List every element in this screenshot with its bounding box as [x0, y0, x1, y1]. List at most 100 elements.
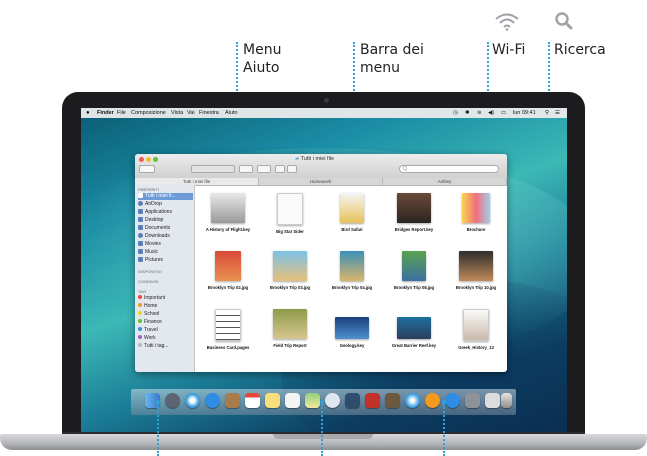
tag-color-dot	[138, 303, 142, 307]
menu-vista[interactable]: Vista	[171, 108, 183, 118]
wifi-icon	[495, 13, 519, 31]
trash-dock-icon[interactable]	[501, 393, 512, 408]
keynote-file-icon	[397, 317, 431, 339]
file-name: Bird Safari	[341, 227, 363, 232]
menu-clock[interactable]: lun 09:41	[513, 108, 536, 118]
sidebar-tag-travel[interactable]: Travel	[138, 327, 193, 334]
search-input[interactable]: Q	[399, 165, 499, 173]
sidebar-item-all-files[interactable]: Tutti i miei fi...	[138, 193, 193, 200]
file-item[interactable]: Business Card.pages	[197, 309, 259, 350]
file-item[interactable]: Brooklyn Trip 10.jpg	[445, 251, 507, 290]
close-button[interactable]	[139, 157, 144, 162]
time-machine-icon[interactable]: ◷	[453, 108, 458, 118]
system-preferences-dock-icon[interactable]	[465, 393, 480, 408]
reminders-dock-icon[interactable]	[285, 393, 300, 408]
view-mode-buttons[interactable]	[191, 165, 235, 173]
file-item[interactable]: Bridges Report.key	[383, 193, 445, 232]
wifi-menu-icon[interactable]: ≋	[477, 108, 482, 118]
file-name: Brooklyn Trip 04.jpg	[331, 285, 373, 290]
notification-center-icon[interactable]: ☰	[555, 108, 560, 118]
iphoto-dock-icon[interactable]	[385, 393, 400, 408]
image-file-icon	[340, 251, 364, 281]
file-item[interactable]: Great Barrier Reef.key	[383, 309, 445, 348]
messages-dock-icon[interactable]	[325, 393, 340, 408]
file-item[interactable]: Bird Safari	[321, 193, 383, 232]
downloads-stack-dock-icon[interactable]	[485, 393, 500, 408]
tab-homework[interactable]: Homework	[259, 178, 383, 185]
image-file-icon	[273, 251, 307, 281]
movies-icon	[138, 241, 143, 246]
file-item[interactable]: Brochure	[445, 193, 507, 232]
sidebar-tag-important[interactable]: Important	[138, 295, 193, 302]
file-item[interactable]: Brooklyn Trip 04.jpg	[321, 251, 383, 290]
menu-aiuto[interactable]: Aiuto	[225, 108, 238, 118]
tab-ashley[interactable]: Ashley	[383, 178, 507, 185]
spotlight-icon[interactable]: ⚲	[545, 108, 549, 118]
safari-dock-icon[interactable]	[185, 393, 200, 408]
tag-color-dot	[138, 295, 142, 299]
file-grid: A History of Flight.key Big Star Sider B…	[195, 185, 507, 372]
sidebar-tag-finance[interactable]: Finance	[138, 319, 193, 326]
launchpad-dock-icon[interactable]	[165, 393, 180, 408]
minimize-button[interactable]	[146, 157, 151, 162]
file-name: Brochure	[466, 227, 486, 232]
document-file-icon	[463, 309, 489, 341]
photo-booth-dock-icon[interactable]	[365, 393, 380, 408]
battery-icon[interactable]: ▭	[501, 108, 506, 118]
action-button[interactable]	[257, 165, 271, 173]
files-icon	[138, 193, 143, 198]
facetime-dock-icon[interactable]	[345, 393, 360, 408]
back-forward-buttons[interactable]	[139, 165, 155, 173]
sidebar-tag-all-tags[interactable]: Tutti i tag...	[138, 343, 193, 350]
sidebar-item-applications[interactable]: Applications	[138, 209, 193, 216]
file-item[interactable]: Geology.key	[321, 309, 383, 348]
sidebar-item-desktop[interactable]: Desktop	[138, 217, 193, 224]
itunes-dock-icon[interactable]	[405, 393, 420, 408]
menu-vai[interactable]: Vai	[187, 108, 195, 118]
camera	[324, 98, 329, 103]
mail-dock-icon[interactable]	[205, 393, 220, 408]
share-button[interactable]	[275, 165, 285, 173]
sidebar-item-airdrop[interactable]: AirDrop	[138, 201, 193, 208]
sidebar-item-downloads[interactable]: Downloads	[138, 233, 193, 240]
sidebar-item-music[interactable]: Music	[138, 249, 193, 256]
notes-dock-icon[interactable]	[265, 393, 280, 408]
tab-all-files[interactable]: Tutti i miei file	[135, 178, 259, 185]
leader-bottom-preferences	[443, 404, 445, 456]
image-file-icon	[402, 251, 426, 281]
tags-button[interactable]	[287, 165, 297, 173]
sidebar-item-documents[interactable]: Documents	[138, 225, 193, 232]
file-name: A History of Flight.key	[205, 227, 251, 232]
file-item[interactable]: Brooklyn Trip 03.jpg	[259, 251, 321, 290]
file-item[interactable]: Greek_History_13	[445, 309, 507, 350]
menu-finder[interactable]: Finder	[97, 108, 114, 118]
callout-ricerca: Ricerca	[554, 42, 606, 58]
app-store-dock-icon[interactable]	[445, 393, 460, 408]
sidebar-tag-school[interactable]: School	[138, 311, 193, 318]
file-item[interactable]: Field Trip Report	[259, 309, 321, 348]
pages-file-icon	[215, 309, 241, 341]
calendar-dock-icon[interactable]	[245, 393, 260, 408]
volume-icon[interactable]: ◀)	[488, 108, 494, 118]
file-item[interactable]: Brooklyn Trip 08.jpg	[383, 251, 445, 290]
sidebar-tag-home[interactable]: Home	[138, 303, 193, 310]
menu-finestra[interactable]: Finestra	[199, 108, 219, 118]
sidebar-item-pictures[interactable]: Pictures	[138, 257, 193, 264]
contacts-dock-icon[interactable]	[225, 393, 240, 408]
sidebar-item-movies[interactable]: Movies	[138, 241, 193, 248]
apple-icon[interactable]: ●	[86, 108, 90, 118]
tag-color-dot	[138, 327, 142, 331]
file-item[interactable]: Big Star Sider	[259, 193, 321, 234]
arrange-button[interactable]	[239, 165, 253, 173]
tag-color-dot	[138, 311, 142, 315]
zoom-button[interactable]	[153, 157, 158, 162]
bluetooth-icon[interactable]: ✱	[465, 108, 470, 118]
file-item[interactable]: Brooklyn Trip 02.jpg	[197, 251, 259, 290]
ibooks-dock-icon[interactable]	[425, 393, 440, 408]
menu-composizione[interactable]: Composizione	[131, 108, 166, 118]
sidebar-tag-work[interactable]: Work	[138, 335, 193, 342]
file-name: Big Star Sider	[276, 229, 304, 234]
file-item[interactable]: A History of Flight.key	[197, 193, 259, 232]
menu-file[interactable]: File	[117, 108, 126, 118]
maps-dock-icon[interactable]	[305, 393, 320, 408]
